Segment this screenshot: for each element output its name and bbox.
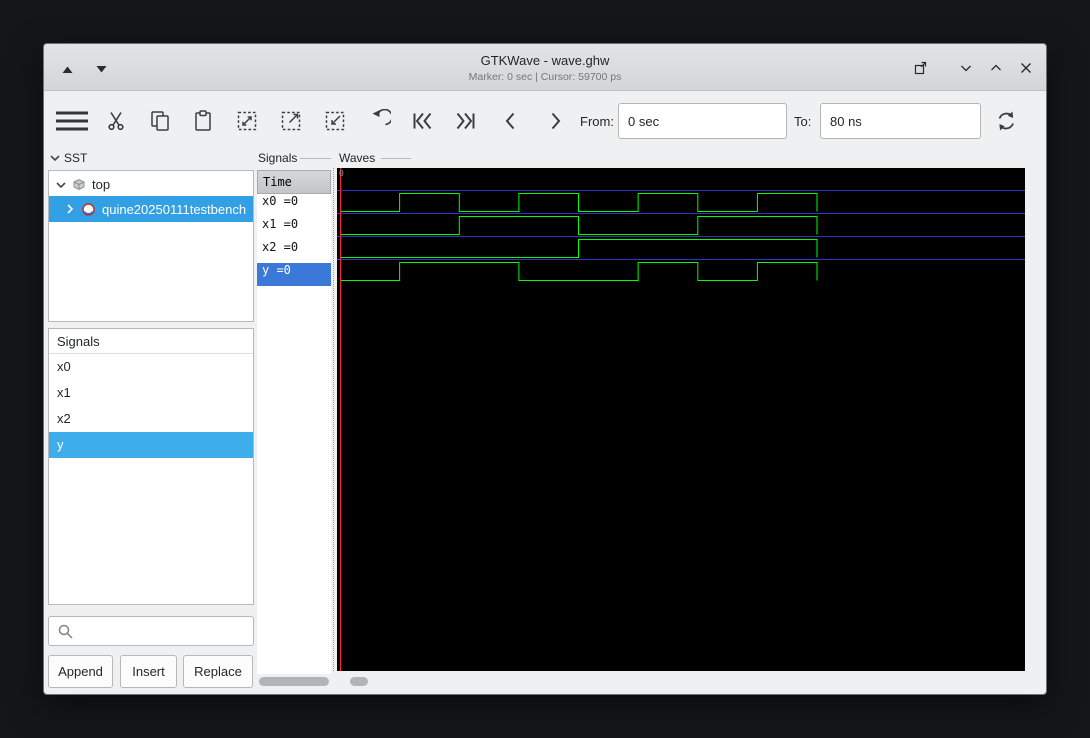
names-hscrollbar-thumb[interactable] [259,677,329,686]
marker-cursor-status: Marker: 0 sec | Cursor: 59700 ps [44,71,1046,83]
signals-list: x0x1x2y [49,354,253,458]
collapse-chevron-icon [50,153,60,163]
cut-icon [104,109,128,133]
hierarchy-box-icon [72,178,86,191]
sst-title: SST [64,151,87,165]
paste-icon [191,109,215,133]
sst-frame-label[interactable]: SST [50,151,87,165]
signals-frame-label: Signals [258,151,297,165]
expander-right-icon[interactable] [65,204,75,214]
zoom-out-button[interactable] [323,109,347,133]
wave-name-row-y[interactable]: y =0 [257,263,331,286]
step-right-button[interactable] [543,109,567,133]
cut-button[interactable] [104,109,128,133]
signal-list-item-x0[interactable]: x0 [49,354,253,380]
undo-button[interactable] [367,109,391,133]
zoom-in-icon [279,109,303,133]
skip-to-end-button[interactable] [454,109,478,133]
hamburger-icon [55,108,89,134]
waves-frame-label: Waves [339,151,375,165]
wave-name-row-x0[interactable]: x0 =0 [257,194,331,217]
signal-search [48,616,254,646]
chevron-left-icon [499,109,523,133]
time-column-header[interactable]: Time [257,170,331,194]
append-button[interactable]: Append [48,655,113,688]
reload-icon [993,108,1019,134]
signal-list-item-x2[interactable]: x2 [49,406,253,432]
zoom-fit-icon [235,109,259,133]
to-label: To: [794,114,811,129]
chevron-down-icon [957,59,975,77]
tree-item-label: quine20250111testbench [102,202,246,217]
copy-icon [148,109,172,133]
titlebar-up-button[interactable] [58,60,76,78]
to-input[interactable] [820,103,981,139]
titlebar-down-button[interactable] [92,60,110,78]
waveform-canvas[interactable]: 0 [337,168,1025,671]
wave-name-row-x2[interactable]: x2 =0 [257,240,331,263]
step-left-button[interactable] [499,109,523,133]
replace-button[interactable]: Replace [183,655,253,688]
reload-button[interactable] [993,108,1019,134]
paste-button[interactable] [191,109,215,133]
zoom-in-button[interactable] [279,109,303,133]
minimize-button[interactable] [957,59,975,77]
restore-icon [911,59,929,77]
timeline-origin-label: 0 [339,169,344,178]
waveform-traces [337,168,1025,671]
zoom-fit-button[interactable] [235,109,259,133]
undo-icon [367,109,391,133]
signal-name-rows: x0 =0x1 =0x2 =0y =0 [257,194,331,286]
chevron-right-icon [543,109,567,133]
desktop: GTKWave - wave.ghw Marker: 0 sec | Curso… [0,0,1090,738]
restore-button[interactable] [911,59,929,77]
close-icon [1017,59,1035,77]
chevron-up-icon [987,59,1005,77]
waves-hscrollbar-thumb[interactable] [350,677,368,686]
skip-to-end-icon [454,109,478,133]
maximize-button[interactable] [987,59,1005,77]
tree-item-top[interactable]: top [50,173,252,196]
wave-name-row-x1[interactable]: x1 =0 [257,217,331,240]
window-title: GTKWave - wave.ghw [44,53,1046,68]
from-label: From: [580,114,614,129]
signals-list-header[interactable]: Signals [49,329,253,354]
zoom-out-icon [323,109,347,133]
expander-down-icon[interactable] [56,180,66,190]
signal-list-item-y[interactable]: y [49,432,253,458]
triangle-up-icon [62,65,73,74]
tree-item-testbench[interactable]: quine20250111testbench [49,196,253,222]
search-icon [56,622,74,640]
copy-button[interactable] [148,109,172,133]
frame-line [381,158,411,159]
insert-button[interactable]: Insert [120,655,177,688]
triangle-down-icon [96,65,107,74]
menu-button[interactable] [55,108,89,134]
close-button[interactable] [1017,59,1035,77]
signal-list-item-x1[interactable]: x1 [49,380,253,406]
pane-splitter[interactable] [333,168,334,671]
tree-item-label: top [92,177,110,192]
search-input[interactable] [48,616,254,646]
module-icon [81,202,96,217]
skip-to-start-button[interactable] [410,109,434,133]
frame-line [300,158,331,159]
skip-to-start-icon [410,109,434,133]
from-input[interactable] [618,103,787,139]
